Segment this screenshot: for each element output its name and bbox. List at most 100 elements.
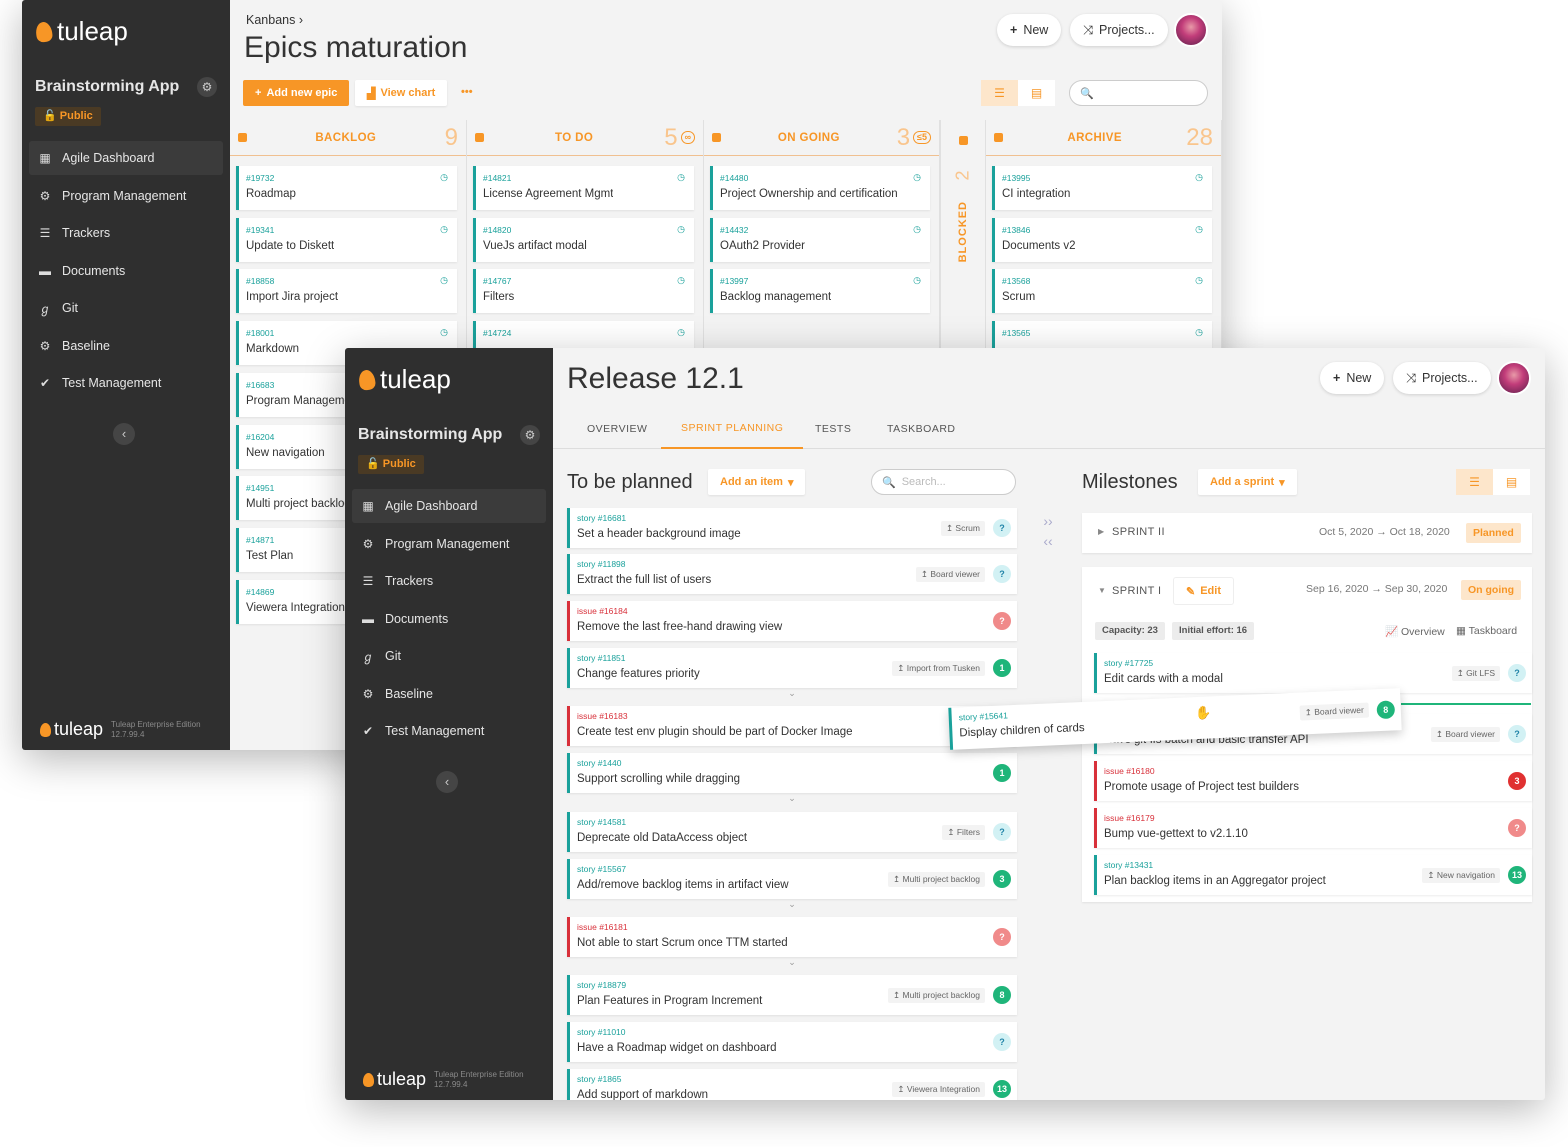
kanban-card[interactable]: #19341 ◷ Update to Diskett: [236, 217, 457, 262]
sidebar-item-baseline[interactable]: ⚙ Baseline: [29, 329, 223, 363]
sidebar-item-test-management[interactable]: ✔ Test Management: [352, 714, 546, 748]
avatar[interactable]: [1497, 361, 1531, 395]
collapse-column-icon[interactable]: [712, 133, 721, 142]
backlog-card[interactable]: story #13431 Plan backlog items in an Agg…: [1094, 855, 1532, 895]
project-name[interactable]: Brainstorming App: [358, 426, 502, 444]
backlog-card[interactable]: story #14581 Deprecate old DataAccess obj…: [567, 812, 1017, 852]
collapse-sidebar-icon[interactable]: ‹: [436, 771, 458, 793]
kanban-card[interactable]: #14820 ◷ VueJs artifact modal: [473, 217, 694, 262]
transfer-arrows-icon[interactable]: ›› ‹‹: [1037, 511, 1059, 551]
view-chart-button[interactable]: ▟ View chart: [355, 80, 448, 106]
tuleap-logo[interactable]: tuleap: [357, 364, 451, 395]
more-options-icon[interactable]: •••: [461, 86, 473, 98]
column-header[interactable]: TO DO 5 ∞: [467, 120, 703, 156]
sidebar-item-documents[interactable]: ▬ Documents: [29, 254, 223, 288]
sidebar-item-program-management[interactable]: ⚙ Program Management: [352, 527, 546, 561]
gear-icon[interactable]: ⚙: [197, 77, 217, 97]
compact-view-icon[interactable]: ▤: [1018, 80, 1055, 106]
expand-children-icon[interactable]: ⌄: [785, 688, 799, 699]
backlog-card[interactable]: issue #16179 Bump vue-gettext to v2.1.10?: [1094, 808, 1532, 848]
tab-sprint-planning[interactable]: SPRINT PLANNING: [661, 409, 804, 449]
backlog-card[interactable]: issue #16180 Promote usage of Project tes…: [1094, 761, 1532, 801]
overview-link[interactable]: 📈 Overview: [1385, 625, 1445, 638]
backlog-card[interactable]: story #11851 Change features priority ↥ Im…: [567, 648, 1017, 688]
sidebar-item-trackers[interactable]: ☰ Trackers: [352, 564, 546, 598]
kanban-card[interactable]: #13568 ◷ Scrum: [992, 269, 1212, 314]
backlog-card[interactable]: story #18879 Plan Features in Program Inc…: [567, 975, 1017, 1015]
backlog-card[interactable]: issue #16181 Not able to start Scrum once…: [567, 917, 1017, 957]
column-header[interactable]: BACKLOG 9: [230, 120, 466, 156]
projects-button[interactable]: ⤨ Projects...: [1070, 14, 1168, 46]
backlog-card[interactable]: story #11010 Have a Roadmap widget on das…: [567, 1022, 1017, 1062]
tab-taskboard[interactable]: TASKBOARD: [867, 409, 975, 449]
backlog-card[interactable]: issue #16184 Remove the last free-hand dr…: [567, 601, 1017, 641]
kanban-card[interactable]: #14767 ◷ Filters: [473, 269, 694, 314]
footer-version: 12.7.99.4: [434, 1079, 468, 1089]
column-header[interactable]: ON GOING 3 ≤5: [704, 120, 939, 156]
kanban-card[interactable]: #14480 ◷ Project Ownership and certificati…: [710, 166, 930, 210]
sidebar-item-agile-dashboard[interactable]: ▦ Agile Dashboard: [352, 489, 546, 523]
compact-view-icon[interactable]: ▤: [1493, 469, 1530, 495]
backlog-card[interactable]: story #1865 Add support of markdown ↥ View…: [567, 1069, 1017, 1100]
kanban-card[interactable]: #13846 ◷ Documents v2: [992, 217, 1212, 262]
edit-sprint-button[interactable]: ✎ Edit: [1174, 578, 1233, 604]
new-button[interactable]: + New: [997, 14, 1062, 46]
kanban-card[interactable]: #14821 ◷ License Agreement Mgmt: [473, 166, 694, 210]
kanban-card[interactable]: #13995 ◷ CI integration: [992, 166, 1212, 210]
backlog-card[interactable]: story #17725 Edit cards with a modal ↥ Git…: [1094, 653, 1532, 693]
backlog-card[interactable]: story #15567 Add/remove backlog items in …: [567, 859, 1017, 899]
backlog-card[interactable]: story #16681 Set a header background imag…: [567, 508, 1017, 548]
list-icon: ☰: [362, 574, 374, 588]
backlog-card[interactable]: story #11898 Extract the full list of use…: [567, 554, 1017, 594]
capacity-badge: Capacity: 23: [1095, 622, 1165, 640]
project-name[interactable]: Brainstorming App: [35, 78, 179, 96]
sidebar-item-baseline[interactable]: ⚙ Baseline: [352, 677, 546, 711]
sidebar-item-test-management[interactable]: ✔ Test Management: [29, 366, 223, 400]
card-id: story #11898: [577, 559, 626, 569]
tab-overview[interactable]: OVERVIEW: [567, 409, 667, 449]
sidebar-item-git[interactable]: ℊ Git: [29, 291, 223, 325]
card-title: New navigation: [246, 446, 325, 459]
add-sprint-button[interactable]: Add a sprint ▾: [1198, 469, 1297, 495]
column-header[interactable]: ARCHIVE 28: [986, 120, 1221, 156]
list-view-icon[interactable]: ☰: [1456, 469, 1493, 495]
collapse-column-icon[interactable]: [475, 133, 484, 142]
avatar[interactable]: [1174, 13, 1208, 47]
expand-children-icon[interactable]: ⌄: [785, 957, 799, 968]
kanban-card[interactable]: #18858 ◷ Import Jira project: [236, 269, 457, 314]
page-title: Epics maturation: [244, 31, 468, 64]
tuleap-logo[interactable]: tuleap: [34, 16, 128, 47]
kanban-card[interactable]: #19732 ◷ Roadmap: [236, 166, 457, 210]
backlog-search-input[interactable]: 🔍 Search...: [871, 469, 1016, 495]
expand-children-icon[interactable]: ⌄: [785, 793, 799, 804]
tab-tests[interactable]: TESTS: [795, 409, 871, 449]
expand-children-icon[interactable]: ⌄: [785, 899, 799, 910]
sidebar-item-program-management[interactable]: ⚙ Program Management: [29, 179, 223, 213]
effort-count: 1: [993, 659, 1011, 677]
collapse-column-icon[interactable]: [994, 133, 1003, 142]
sidebar-item-trackers[interactable]: ☰ Trackers: [29, 216, 223, 250]
kanban-card[interactable]: #14432 ◷ OAuth2 Provider: [710, 217, 930, 262]
search-input[interactable]: 🔍: [1069, 80, 1208, 106]
sprint-2[interactable]: ▶ SPRINT II Oct 5, 2020 → Oct 18, 2020 P…: [1082, 513, 1532, 553]
effort-count: 8: [1376, 700, 1396, 720]
backlog-card[interactable]: story #1440 Support scrolling while dragg…: [567, 753, 1017, 793]
kanban-card[interactable]: #13997 ◷ Backlog management: [710, 269, 930, 314]
sidebar-item-agile-dashboard[interactable]: ▦ Agile Dashboard: [29, 141, 223, 175]
projects-button[interactable]: ⤨ Projects...: [1393, 362, 1491, 394]
collapse-sidebar-icon[interactable]: ‹: [113, 423, 135, 445]
planning-window: tuleap Brainstorming App ⚙ 🔓 Public ▦ Agi…: [345, 348, 1545, 1100]
collapse-column-icon[interactable]: [238, 133, 247, 142]
add-epic-button[interactable]: + Add new epic: [243, 80, 350, 106]
new-button[interactable]: + New: [1320, 362, 1385, 394]
add-item-button[interactable]: Add an item ▾: [708, 469, 806, 495]
sidebar-item-git[interactable]: ℊ Git: [352, 639, 546, 673]
taskboard-link[interactable]: ▦ Taskboard: [1456, 625, 1517, 637]
breadcrumb[interactable]: Kanbans ›: [246, 13, 303, 27]
list-view-icon[interactable]: ☰: [981, 80, 1018, 106]
sprint-name: SPRINT II: [1112, 526, 1165, 538]
caret-down-icon[interactable]: ▼: [1098, 586, 1106, 595]
gear-icon[interactable]: ⚙: [520, 425, 540, 445]
sidebar-item-documents[interactable]: ▬ Documents: [352, 602, 546, 636]
caret-right-icon[interactable]: ▶: [1098, 527, 1104, 536]
